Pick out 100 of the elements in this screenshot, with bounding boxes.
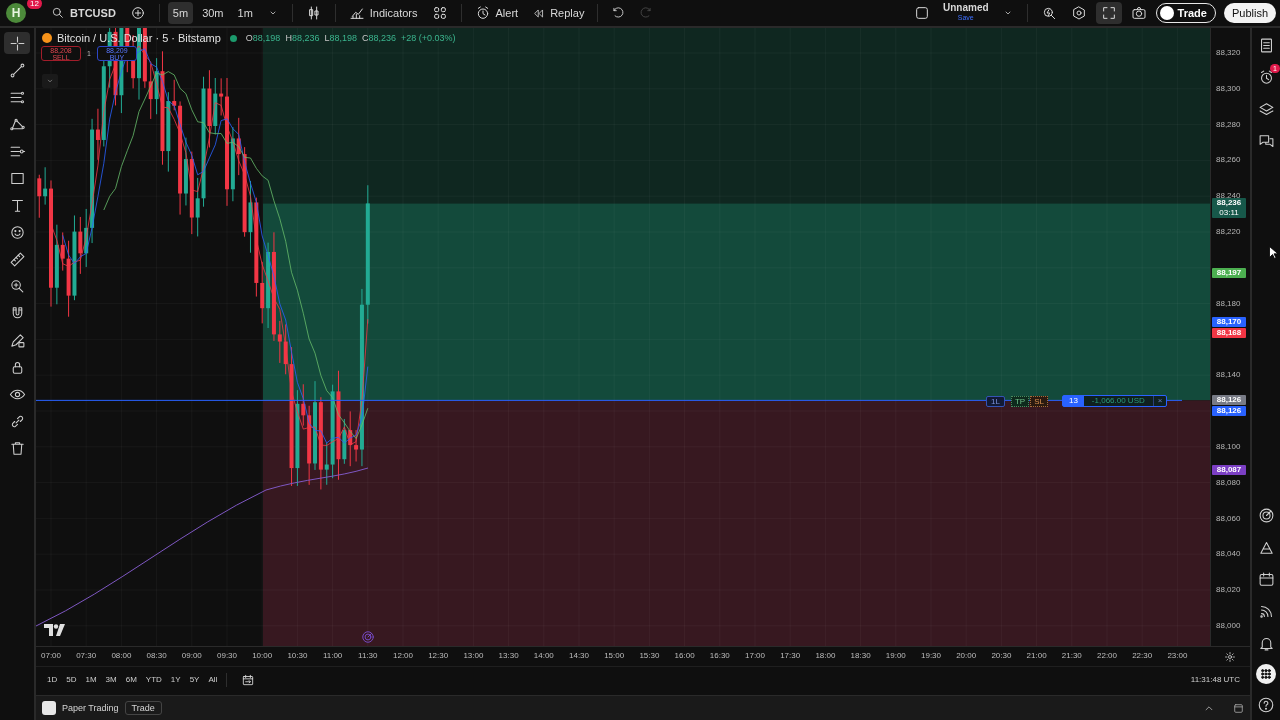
range-button[interactable]: YTD [141, 673, 166, 686]
settings-icon [1224, 650, 1236, 663]
indicators-icon [348, 5, 365, 21]
price-tick: 88,300 [1216, 83, 1241, 94]
price-tag: 88,197 [1212, 268, 1246, 279]
indicators-button[interactable]: Indicators [343, 2, 423, 24]
range-button[interactable]: 1M [81, 673, 101, 686]
time-tick: 20:00 [956, 651, 977, 660]
cursor-icon [1269, 246, 1278, 259]
time-tick: 13:30 [498, 651, 519, 660]
plus-icon [129, 5, 146, 21]
stop-loss-button[interactable]: SL [1030, 395, 1048, 407]
time-tick: 18:00 [815, 651, 836, 660]
time-tick: 11:00 [322, 651, 343, 660]
replay-button[interactable]: Replay [527, 2, 590, 24]
price-tick: 88,060 [1216, 513, 1241, 524]
interval-button[interactable]: 1m [232, 2, 258, 24]
position-count: 13 [1062, 396, 1084, 406]
layout-icon [431, 5, 448, 21]
price-tag: 88,087 [1212, 465, 1246, 476]
price-tick: 88,320 [1216, 48, 1241, 58]
price-tick: 88,260 [1216, 155, 1241, 166]
calendar-icon [241, 672, 256, 687]
trade-button[interactable]: Trade [124, 701, 162, 715]
time-tick: 21:00 [1026, 651, 1047, 660]
target-icon [1257, 506, 1275, 524]
price-tick: 88,080 [1216, 477, 1241, 488]
price-tag: 88,126 [1212, 406, 1246, 417]
search-icon [51, 6, 65, 20]
time-tick: 19:30 [921, 651, 941, 660]
interval-button[interactable]: 30m [197, 2, 229, 24]
price-tick: 88,220 [1216, 227, 1241, 238]
range-button[interactable]: 1Y [166, 673, 185, 686]
interval-button[interactable]: 5m [167, 2, 194, 24]
smiley-icon [8, 223, 26, 241]
profit-loss-value: -1,066.00 USD [1090, 396, 1146, 406]
time-tick: 11:30 [358, 651, 378, 660]
tool-button[interactable] [4, 32, 30, 54]
range-button[interactable]: 5Y [185, 673, 204, 686]
zoom-icon [8, 277, 26, 295]
time-tick: 08:00 [111, 651, 132, 660]
apps-icon [1258, 666, 1274, 682]
price-tick: 88,140 [1216, 370, 1241, 381]
quantity-tag: 1L [986, 395, 1005, 407]
time-tick: 10:30 [287, 651, 308, 660]
range-button[interactable]: 3M [101, 673, 121, 686]
avatar[interactable]: H [6, 3, 26, 23]
ohlc-value: C88,236 [361, 33, 396, 43]
ohlc-value: L88,198 [324, 33, 357, 43]
ohlc-value: O88,198 [245, 33, 281, 43]
settings-icon [1070, 5, 1087, 21]
take-profit-button[interactable]: TP [1010, 395, 1030, 407]
close-position-button[interactable]: × [1152, 396, 1167, 406]
chat-icon [1257, 132, 1275, 150]
camera-icon [1130, 5, 1147, 21]
publish-button[interactable]: Publish [1223, 3, 1276, 23]
time-tick: 12:00 [393, 651, 413, 660]
range-button[interactable]: 1D [43, 673, 62, 686]
time-tick: 23:00 [1167, 651, 1188, 660]
range-button[interactable]: 6M [121, 673, 141, 686]
time-tick: 15:30 [639, 651, 660, 660]
range-button[interactable]: All [204, 673, 222, 686]
redo-icon [639, 6, 654, 20]
time-tick: 16:00 [674, 651, 695, 660]
range-button[interactable]: 5D [62, 673, 81, 686]
time-tick: 15:00 [604, 651, 625, 660]
time-tick: 09:30 [217, 651, 237, 660]
ruler-icon [8, 250, 26, 268]
price-tick: 88,100 [1216, 441, 1241, 452]
target-icon [361, 630, 375, 644]
price-tag: 88,126 [1212, 395, 1246, 406]
price-tick: 88,040 [1216, 549, 1241, 560]
symbol-search-button[interactable]: BTCUSD [46, 2, 121, 24]
square-icon [914, 5, 930, 21]
time-tick: 07:30 [76, 651, 97, 660]
time-tick: 22:30 [1132, 651, 1153, 660]
time-tick: 09:00 [181, 651, 202, 660]
panel-title: Paper Trading [62, 703, 119, 713]
fullscreen-button[interactable] [1095, 2, 1122, 24]
ohlc-value: H88,236 [285, 33, 320, 43]
apps-button[interactable] [1256, 664, 1276, 684]
time-tick: 13:00 [463, 651, 484, 660]
trash-icon [8, 439, 26, 457]
time-tick: 22:00 [1097, 651, 1117, 660]
time-tick: 18:30 [850, 651, 871, 660]
time-tick: 21:30 [1061, 651, 1082, 660]
time-tick: 14:00 [533, 651, 554, 660]
pencil-lock-icon [8, 331, 26, 349]
fullscreen-icon [1100, 5, 1117, 21]
price-tick: 88,020 [1216, 585, 1241, 596]
status-dot [229, 34, 237, 42]
alert-button[interactable]: Alert [469, 2, 524, 24]
time-tick: 19:00 [885, 651, 906, 660]
time-tick: 16:30 [709, 651, 730, 660]
time-tick: 12:30 [428, 651, 449, 660]
trend-line-icon [8, 61, 26, 79]
time-tick: 14:30 [569, 651, 589, 660]
price-change: +28 (+0.03%) [401, 33, 456, 43]
time-tick: 20:30 [991, 651, 1012, 660]
price-tag: 88,170 [1212, 316, 1246, 327]
